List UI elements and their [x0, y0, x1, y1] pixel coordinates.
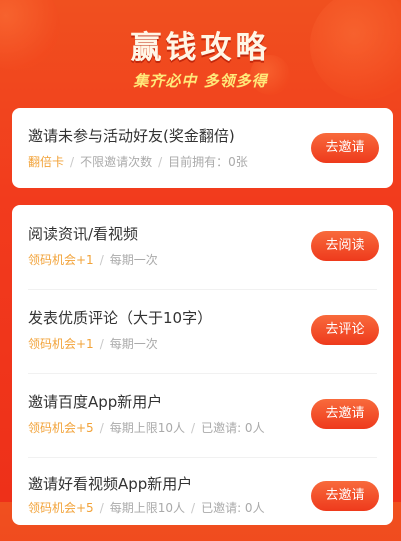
task-title: 邀请好看视频App新用户	[28, 475, 193, 493]
meta-text: 已邀请: 0人	[201, 421, 265, 435]
meta-highlight: 领码机会+1	[28, 337, 94, 351]
task-meta: 翻倍卡 / 不限邀请次数 / 目前拥有：0张	[28, 153, 248, 170]
invite-button[interactable]: 去邀请	[311, 399, 379, 429]
meta-text: 已邀请: 0人	[201, 501, 265, 515]
invite-button[interactable]: 去邀请	[311, 133, 379, 163]
page-title: 赢钱攻略	[130, 30, 271, 66]
task-item-invite-haokan: 邀请好看视频App新用户 领码机会+5 / 每期上限10人 / 已邀请: 0人 去邀请	[12, 457, 393, 541]
task-title: 阅读资讯/看视频	[28, 225, 139, 243]
task-list-card: 阅读资讯/看视频 领码机会+1 / 每期一次 去阅读 发表优质评论（大于10字） 领…	[12, 205, 393, 525]
comment-button[interactable]: 去评论	[311, 315, 379, 345]
meta-separator: /	[99, 253, 104, 267]
invite-card: 邀请未参与活动好友(奖金翻倍) 翻倍卡 / 不限邀请次数 / 目前拥有：0张 去邀请	[12, 108, 393, 188]
meta-separator: /	[70, 155, 75, 169]
meta-highlight: 翻倍卡	[28, 155, 65, 169]
meta-text: 目前拥有：0张	[168, 155, 248, 169]
meta-separator: /	[191, 501, 196, 515]
task-item-invite-baidu: 邀请百度App新用户 领码机会+5 / 每期上限10人 / 已邀请: 0人 去邀请	[12, 373, 393, 457]
meta-highlight: 领码机会+5	[28, 421, 94, 435]
meta-highlight: 领码机会+1	[28, 253, 94, 267]
meta-text: 每期上限10人	[109, 501, 186, 515]
meta-text: 不限邀请次数	[80, 155, 153, 169]
meta-separator: /	[99, 501, 104, 515]
meta-text: 每期一次	[109, 337, 158, 351]
task-item-read: 阅读资讯/看视频 领码机会+1 / 每期一次 去阅读	[12, 205, 393, 289]
task-meta: 领码机会+1 / 每期一次	[28, 251, 158, 268]
task-title: 发表优质评论（大于10字）	[28, 309, 213, 327]
task-title: 邀请百度App新用户	[28, 393, 163, 411]
meta-separator: /	[99, 421, 104, 435]
task-meta: 领码机会+5 / 每期上限10人 / 已邀请: 0人	[28, 419, 265, 436]
invite-button[interactable]: 去邀请	[311, 481, 379, 511]
banner: 赢钱攻略 集齐必中 多领多得	[0, 0, 401, 110]
task-item-comment: 发表优质评论（大于10字） 领码机会+1 / 每期一次 去评论	[12, 289, 393, 373]
task-title: 邀请未参与活动好友(奖金翻倍)	[28, 127, 235, 145]
meta-highlight: 领码机会+5	[28, 501, 94, 515]
invite-task: 邀请未参与活动好友(奖金翻倍) 翻倍卡 / 不限邀请次数 / 目前拥有：0张 去邀请	[12, 108, 393, 188]
meta-text: 每期一次	[109, 253, 158, 267]
meta-separator: /	[158, 155, 163, 169]
task-meta: 领码机会+1 / 每期一次	[28, 335, 158, 352]
read-button[interactable]: 去阅读	[311, 231, 379, 261]
meta-separator: /	[191, 421, 196, 435]
page-subtitle: 集齐必中 多领多得	[133, 72, 268, 90]
meta-text: 每期上限10人	[109, 421, 186, 435]
meta-separator: /	[99, 337, 104, 351]
